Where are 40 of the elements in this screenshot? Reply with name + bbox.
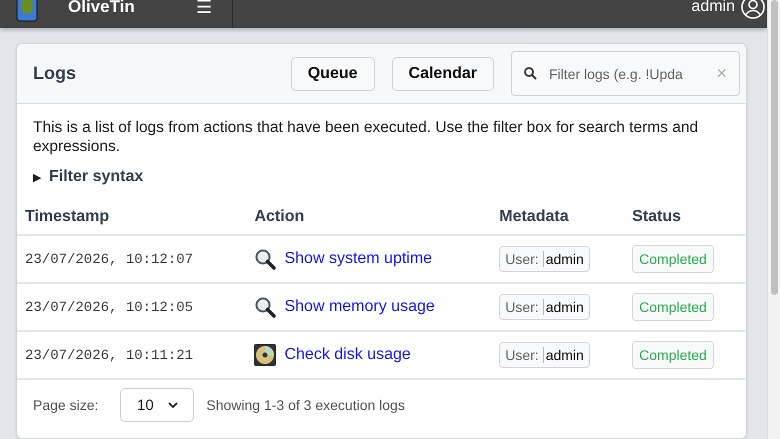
timestamp: 23/07/2026, 10:12:07 [25, 252, 194, 268]
action-link[interactable]: Show memory usage [284, 298, 435, 316]
view-button[interactable]: Calendar [392, 56, 494, 90]
page-size-value: 10 [137, 396, 154, 414]
card-title: Logs [33, 63, 76, 84]
status-badge: Completed [632, 293, 714, 321]
user-avatar-icon[interactable] [741, 0, 765, 19]
page-size-select[interactable]: 10 [120, 388, 194, 422]
status-badge: Completed [632, 245, 714, 273]
page-size-label: Page size: [33, 397, 98, 413]
disc-icon [254, 344, 276, 366]
metadata-key: User: [505, 299, 544, 315]
search-icon [524, 67, 537, 80]
pagination-summary: Showing 1-3 of 3 execution logs [206, 397, 405, 413]
logo-icon [16, 0, 38, 22]
app-name: OliveTin [68, 0, 135, 17]
action-link[interactable]: Check disk usage [284, 346, 411, 364]
timestamp: 23/07/2026, 10:11:21 [25, 348, 194, 364]
metadata-key: User: [505, 251, 544, 267]
metadata-value: admin [546, 347, 584, 363]
view-button[interactable]: Queue [290, 56, 375, 90]
chevron-down-icon [168, 402, 178, 408]
expand-triangle-icon[interactable]: ▶ [33, 170, 41, 184]
timestamp: 23/07/2026, 10:12:05 [25, 300, 194, 316]
action-link[interactable]: Show system uptime [284, 250, 432, 268]
description: This is a list of logs from actions that have been executed. Use the filter box for search terms and expressions. [33, 118, 700, 156]
column-header: Timestamp [17, 200, 246, 235]
column-header: Metadata [491, 200, 624, 235]
scrollbar-thumb[interactable] [770, 0, 778, 295]
column-header: Action [246, 200, 492, 235]
magnifier-icon [254, 296, 276, 318]
metadata-key: User: [505, 347, 544, 363]
metadata-value: admin [546, 251, 584, 267]
menu-button[interactable]: ☰ [190, 0, 218, 18]
status-badge: Completed [632, 341, 714, 369]
magnifier-icon [254, 248, 276, 270]
column-header: Status [624, 200, 746, 235]
scrollbar[interactable] [767, 0, 780, 439]
filter-syntax-toggle[interactable]: Filter syntax [49, 168, 144, 186]
metadata-value: admin [546, 299, 584, 315]
